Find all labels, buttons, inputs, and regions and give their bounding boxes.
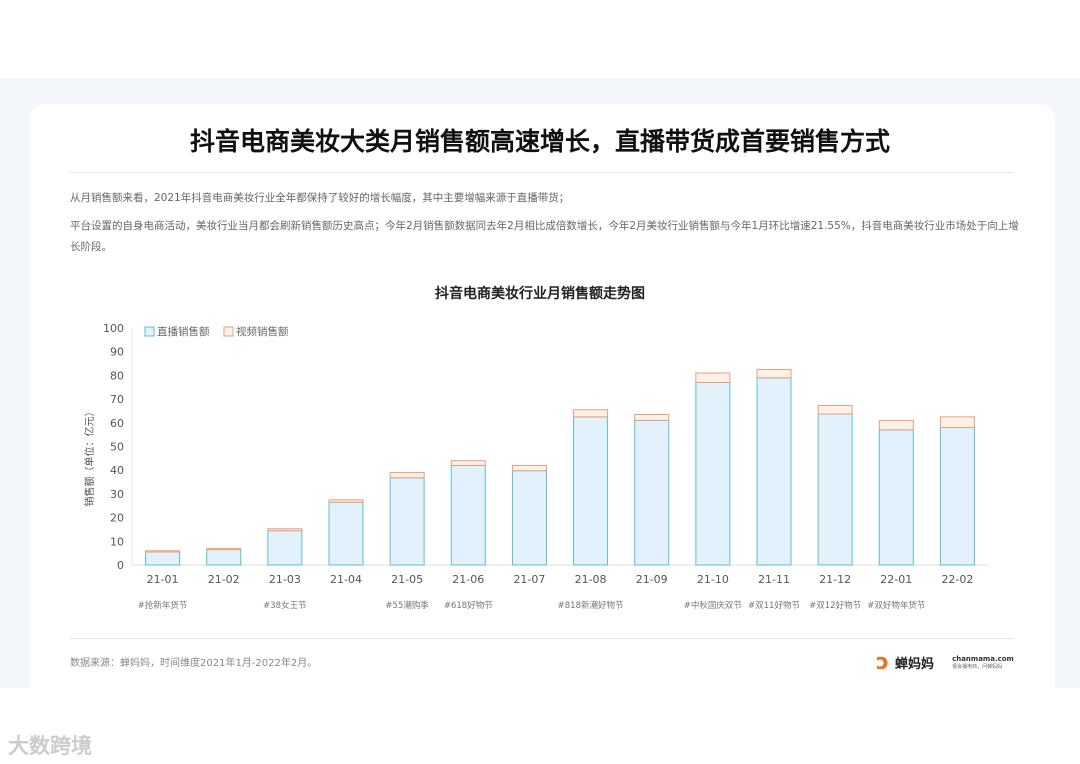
y-tick-label: 50 — [110, 441, 124, 454]
x-tick-label: 21-10 — [697, 573, 729, 586]
y-tick-label: 0 — [117, 559, 124, 572]
logo-icon: ↄ — [876, 650, 889, 675]
bar-live-21-03 — [268, 531, 302, 565]
data-source: 数据来源：蝉妈妈，时间维度2021年1月-2022年2月。 — [70, 654, 317, 669]
y-tick-label: 30 — [110, 488, 124, 501]
x-tick-label: 21-07 — [513, 573, 545, 586]
watermark: 大数跨境 — [8, 730, 92, 760]
bar-live-21-05 — [390, 478, 424, 565]
y-tick-label: 40 — [110, 464, 124, 477]
event-label: #双好物年货节 — [867, 600, 926, 611]
x-tick-label: 21-12 — [819, 573, 851, 586]
x-tick-label: 21-11 — [758, 573, 790, 586]
event-label: #双12好物节 — [809, 600, 861, 611]
bar-live-21-06 — [451, 465, 485, 565]
y-tick-label: 20 — [110, 512, 124, 525]
brand-name: 蝉妈妈 — [895, 653, 934, 672]
bar-video-21-05 — [390, 473, 424, 478]
legend-swatch-live — [145, 327, 154, 336]
bar-live-21-07 — [512, 471, 546, 565]
legend-label-live: 直播销售额 — [157, 325, 210, 338]
event-label: #818新潮好物节 — [558, 600, 624, 611]
bar-live-21-02 — [207, 550, 241, 565]
bar-video-22-02 — [940, 417, 974, 428]
bar-video-21-06 — [451, 461, 485, 466]
event-label: #中秋国庆双节 — [684, 600, 743, 611]
bar-live-22-02 — [940, 428, 974, 565]
y-tick-label: 80 — [110, 369, 124, 382]
bar-live-21-04 — [329, 502, 363, 565]
event-label: #55潮购季 — [385, 600, 429, 611]
x-tick-label: 21-05 — [391, 573, 423, 586]
bar-live-21-11 — [757, 378, 791, 565]
bar-live-21-01 — [146, 552, 180, 565]
bar-video-21-04 — [329, 500, 363, 502]
bar-video-21-10 — [696, 373, 730, 382]
x-tick-label: 21-08 — [575, 573, 607, 586]
x-tick-label: 22-01 — [880, 573, 912, 586]
bar-video-21-09 — [635, 415, 669, 421]
y-tick-label: 70 — [110, 393, 124, 406]
y-tick-label: 10 — [110, 535, 124, 548]
bar-live-21-12 — [818, 414, 852, 565]
bar-video-21-02 — [207, 548, 241, 549]
brand-slogan: 很会播电商，问蝉妈妈 — [952, 663, 1014, 670]
x-tick-label: 21-01 — [147, 573, 179, 586]
event-label: #双11好物节 — [748, 600, 800, 611]
bar-video-21-01 — [146, 551, 180, 552]
bar-live-21-10 — [696, 383, 730, 565]
x-tick-label: 21-09 — [636, 573, 668, 586]
event-label: #38女王节 — [263, 600, 307, 611]
y-tick-label: 60 — [110, 417, 124, 430]
x-tick-label: 21-06 — [452, 573, 484, 586]
x-tick-label: 21-02 — [208, 573, 240, 586]
bar-live-22-01 — [879, 430, 913, 565]
divider — [70, 638, 1014, 639]
chanmama-logo: ↄ 蝉妈妈 chanmama.com 很会播电商，问蝉妈妈 — [876, 650, 1014, 675]
y-tick-label: 90 — [110, 346, 124, 359]
y-tick-label: 100 — [103, 322, 124, 335]
event-label: #抢新年货节 — [138, 600, 188, 611]
bar-video-21-12 — [818, 405, 852, 414]
brand-site: chanmama.com — [952, 655, 1014, 663]
bar-video-21-07 — [512, 465, 546, 470]
event-label: #618好物节 — [444, 600, 493, 611]
legend-label-video: 视频销售额 — [236, 325, 289, 338]
bar-video-21-08 — [574, 410, 608, 417]
bar-live-21-08 — [574, 417, 608, 565]
legend-swatch-video — [224, 327, 233, 336]
bar-video-22-01 — [879, 420, 913, 429]
x-tick-label: 21-04 — [330, 573, 362, 586]
bar-video-21-11 — [757, 369, 791, 377]
x-tick-label: 22-02 — [941, 573, 973, 586]
bar-live-21-09 — [635, 420, 669, 565]
bar-video-21-03 — [268, 529, 302, 531]
y-axis-label: 销售额（单位：亿元） — [83, 407, 96, 507]
x-tick-label: 21-03 — [269, 573, 301, 586]
